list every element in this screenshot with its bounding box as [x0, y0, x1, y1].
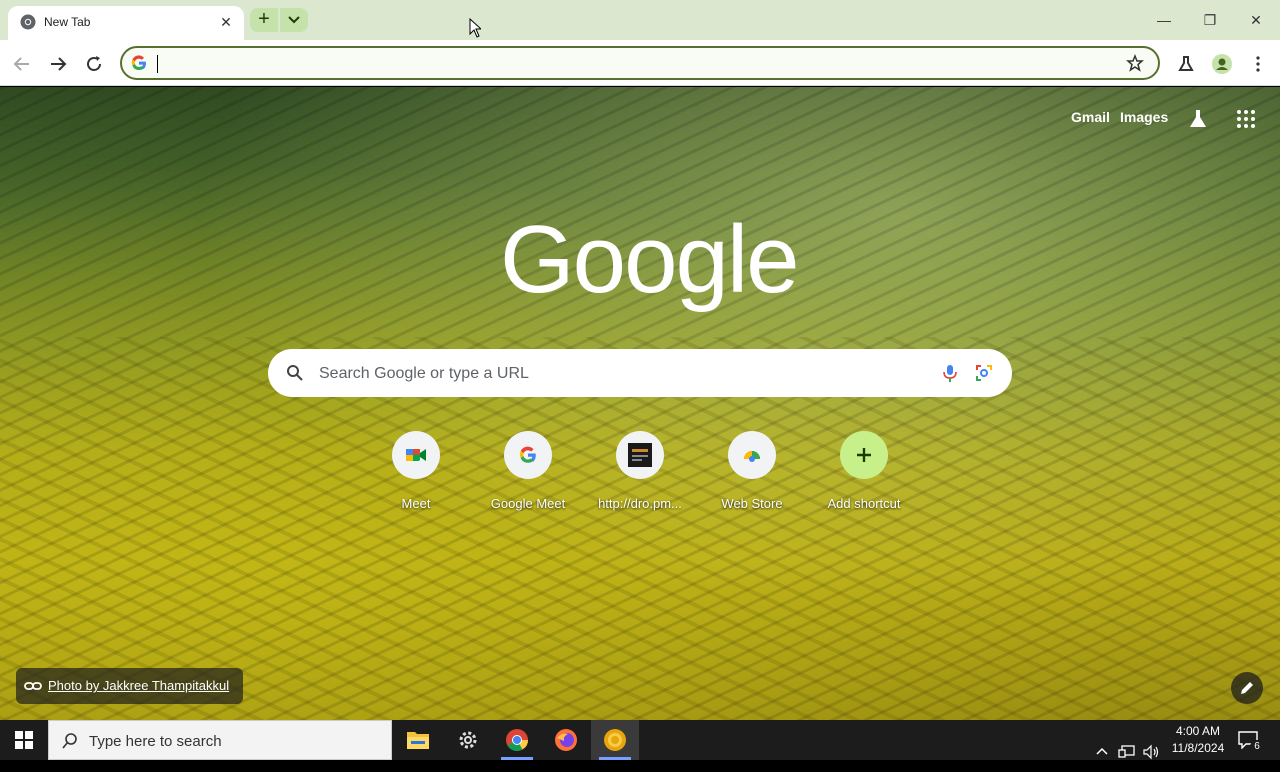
taskbar-chrome[interactable]	[493, 720, 541, 760]
labs-flask-icon[interactable]	[1186, 107, 1210, 131]
search-icon	[287, 365, 303, 381]
shortcut-google-meet[interactable]: Google Meet	[472, 431, 584, 521]
shortcut-tile	[840, 431, 888, 479]
customize-button[interactable]	[1231, 672, 1263, 704]
chrome-canary-icon	[604, 729, 626, 751]
new-tab-page: Gmail Images Google Search Google or typ…	[0, 87, 1280, 720]
taskbar-search-placeholder: Type here to search	[89, 733, 222, 750]
microphone-icon[interactable]	[940, 363, 960, 383]
network-icon[interactable]	[1118, 732, 1136, 772]
apps-grid-icon[interactable]	[1234, 107, 1258, 131]
google-g-icon	[519, 446, 536, 463]
chevron-up-icon[interactable]	[1094, 732, 1110, 772]
labs-flask-icon[interactable]	[1174, 52, 1198, 76]
folder-icon	[407, 732, 429, 749]
shortcut-label: Add shortcut	[827, 496, 901, 511]
tab-title: New Tab	[44, 15, 91, 29]
shortcut-tile	[616, 431, 664, 479]
taskbar-firefox[interactable]	[542, 720, 590, 760]
google-g-icon	[131, 55, 146, 71]
chevron-down-icon	[288, 16, 300, 24]
chrome-icon	[506, 729, 528, 751]
google-logo: Google	[500, 206, 800, 313]
pencil-icon	[1241, 682, 1253, 694]
images-link[interactable]: Images	[1120, 109, 1168, 125]
shortcut-add[interactable]: Add shortcut	[808, 431, 920, 521]
shortcut-tile	[392, 431, 440, 479]
chrome-web-store-icon	[744, 451, 760, 462]
shortcut-tile	[504, 431, 552, 479]
clock-time: 4:00 AM	[1175, 724, 1221, 738]
start-button[interactable]	[0, 720, 48, 760]
google-meet-icon	[406, 449, 426, 461]
menu-kebab-icon[interactable]	[1246, 52, 1270, 76]
ntp-search-box[interactable]: Search Google or type a URL	[268, 349, 1012, 397]
system-clock[interactable]: 4:00 AM 11/8/2024	[1168, 723, 1228, 757]
address-bar[interactable]	[120, 46, 1160, 80]
chrome-icon	[20, 14, 36, 30]
text-caret	[157, 55, 158, 73]
toolbar	[0, 40, 1280, 86]
photo-credit[interactable]: Photo by Jakkree Thampitakkul	[16, 668, 244, 704]
reload-icon[interactable]	[82, 52, 106, 76]
window-close-button[interactable]: ✕	[1236, 6, 1276, 34]
taskbar-settings[interactable]	[444, 720, 492, 760]
search-placeholder: Search Google or type a URL	[319, 365, 529, 382]
new-tab-button[interactable]: +	[250, 8, 278, 32]
shortcut-label: Web Store	[721, 496, 783, 511]
notification-count-badge: 6	[1250, 740, 1264, 754]
taskbar-file-explorer[interactable]	[394, 720, 442, 760]
plus-icon	[857, 448, 871, 462]
windows-taskbar: Type here to search 4:00 AM 11/8/2024 6	[0, 720, 1280, 760]
minimize-button[interactable]: —	[1144, 6, 1184, 34]
taskbar-search[interactable]: Type here to search	[48, 720, 392, 760]
shortcut-web-store[interactable]: Web Store	[696, 431, 808, 521]
clock-date: 11/8/2024	[1171, 741, 1225, 755]
notification-center-button[interactable]: 6	[1232, 720, 1268, 760]
firefox-icon	[555, 729, 577, 751]
volume-icon[interactable]	[1142, 732, 1160, 772]
tab-strip: New Tab ✕ + — ❐ ✕	[0, 0, 1280, 40]
search-icon	[62, 733, 77, 749]
shortcut-tile	[728, 431, 776, 479]
site-favicon-icon	[628, 443, 652, 467]
tab-new-tab[interactable]: New Tab ✕	[8, 6, 244, 40]
forward-arrow-icon[interactable]	[46, 52, 70, 76]
windows-logo-icon	[15, 731, 33, 749]
tab-search-button[interactable]	[280, 8, 308, 32]
photo-credit-text[interactable]: Photo by Jakkree Thampitakkul	[48, 668, 229, 704]
bookmark-star-icon[interactable]	[1126, 54, 1144, 72]
google-lens-icon[interactable]	[974, 363, 994, 383]
chrome-window: New Tab ✕ + — ❐ ✕ Gmail Images Google Se…	[0, 0, 1280, 720]
link-icon	[24, 682, 42, 690]
back-arrow-icon[interactable]	[10, 52, 34, 76]
gmail-link[interactable]: Gmail	[1071, 109, 1110, 125]
tab-close-icon[interactable]: ✕	[216, 12, 236, 32]
shortcut-label: Meet	[401, 496, 431, 511]
maximize-button[interactable]: ❐	[1190, 6, 1230, 34]
taskbar-chrome-canary[interactable]	[591, 720, 639, 760]
shortcut-label: Google Meet	[490, 496, 566, 511]
gear-icon	[459, 731, 477, 749]
shortcut-label: http://dro.pm...	[598, 496, 682, 511]
mouse-cursor-icon	[469, 18, 481, 38]
shortcut-dro-pm[interactable]: http://dro.pm...	[584, 431, 696, 521]
profile-avatar-icon[interactable]	[1210, 52, 1234, 76]
shortcut-meet[interactable]: Meet	[360, 431, 472, 521]
